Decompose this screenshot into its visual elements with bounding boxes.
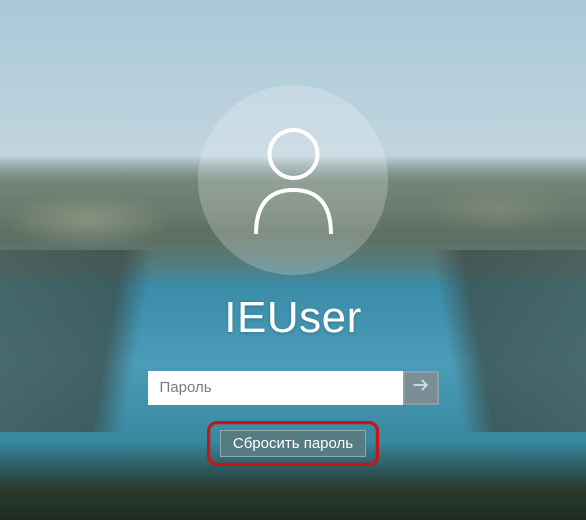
arrow-right-icon — [411, 375, 431, 400]
password-row — [148, 371, 439, 405]
reset-password-button[interactable]: Сбросить пароль — [220, 430, 366, 457]
username-label: IEUser — [224, 293, 361, 343]
password-input[interactable] — [148, 371, 403, 405]
user-icon — [246, 122, 341, 237]
login-container: IEUser Сбросить пароль — [0, 0, 586, 520]
submit-button[interactable] — [403, 371, 439, 405]
user-avatar — [198, 85, 388, 275]
reset-password-highlight: Сбросить пароль — [207, 421, 379, 466]
